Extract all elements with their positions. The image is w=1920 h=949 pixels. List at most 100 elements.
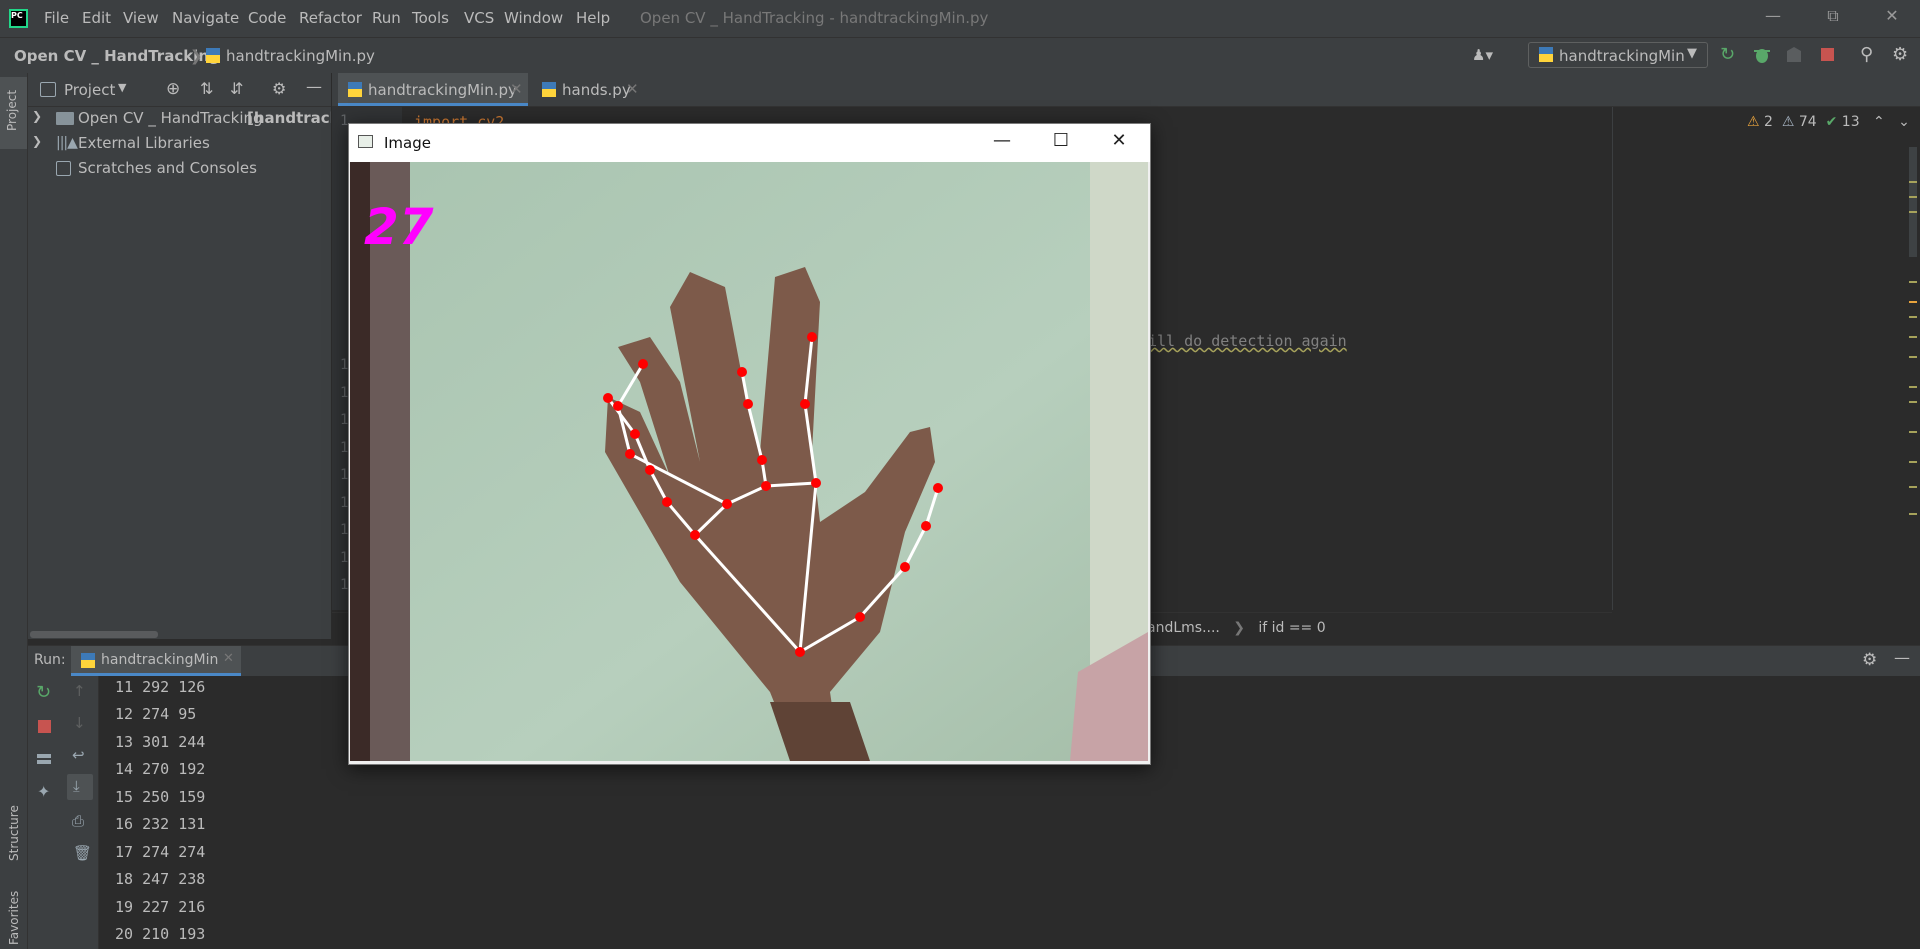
menu-window[interactable]: Window bbox=[504, 9, 563, 27]
landmark-connection bbox=[903, 525, 928, 568]
landmark-point bbox=[638, 359, 648, 369]
favorites-tool-label[interactable]: Favorites bbox=[7, 891, 21, 945]
chevron-right-icon[interactable]: ❯ bbox=[32, 134, 42, 148]
rerun-icon[interactable]: ↻ bbox=[1720, 45, 1740, 65]
code-breadcrumb-item[interactable]: andLms.... bbox=[1147, 620, 1220, 636]
gear-icon[interactable]: ⚙ bbox=[1862, 650, 1877, 670]
python-file-icon bbox=[206, 48, 220, 63]
project-tool-label: Project bbox=[5, 89, 19, 131]
stop-icon[interactable] bbox=[1818, 45, 1838, 65]
window-title: Open CV _ HandTracking - handtrackingMin… bbox=[640, 9, 989, 27]
close-icon[interactable]: ✕ bbox=[1099, 130, 1139, 156]
close-icon[interactable]: ✕ bbox=[626, 80, 639, 98]
console-line: 17 274 274 bbox=[115, 843, 206, 861]
editor-right-margin: ⚠ 2 ⚠ 74 ✔ 13 ⌃ ⌄ bbox=[1612, 107, 1920, 610]
hand-landmarks-overlay bbox=[603, 332, 943, 657]
print-icon[interactable]: ⎙ bbox=[72, 812, 84, 830]
breadcrumb-project[interactable]: Open CV _ HandTracking bbox=[14, 47, 220, 65]
landmark-point bbox=[690, 530, 700, 540]
close-icon[interactable]: ✕ bbox=[1879, 6, 1905, 30]
landmark-connection bbox=[798, 482, 818, 653]
chevron-down-icon[interactable]: ▼ bbox=[118, 81, 126, 94]
image-window[interactable]: Image — ☐ ✕ 27 bbox=[348, 123, 1151, 765]
hide-icon[interactable]: — bbox=[1894, 648, 1910, 667]
minimize-icon[interactable]: — bbox=[982, 130, 1022, 156]
title-bar: PC File Edit View Navigate Code Refactor… bbox=[0, 0, 1920, 37]
arrow-up-icon[interactable]: ↑ bbox=[73, 682, 86, 700]
locate-icon[interactable]: ⊕ bbox=[166, 79, 180, 99]
run-tab[interactable]: handtrackingMin ✕ bbox=[71, 646, 241, 676]
warning-icon: ⚠ bbox=[1747, 114, 1760, 130]
collapse-all-icon[interactable]: ⇵ bbox=[230, 79, 243, 98]
pin-icon[interactable]: ✦ bbox=[37, 782, 50, 801]
gear-icon[interactable]: ⚙ bbox=[272, 79, 286, 98]
inspection-widget[interactable]: ⚠ 2 ⚠ 74 ✔ 13 ⌃ ⌄ bbox=[1747, 114, 1910, 130]
landmark-point bbox=[855, 612, 865, 622]
menu-tools[interactable]: Tools bbox=[412, 9, 449, 27]
menu-refactor[interactable]: Refactor bbox=[299, 9, 362, 27]
restore-icon[interactable]: ⧉ bbox=[1820, 6, 1846, 30]
rerun-icon[interactable]: ↻ bbox=[36, 682, 51, 703]
menu-edit[interactable]: Edit bbox=[82, 9, 111, 27]
tab-hands[interactable]: hands.py ✕ bbox=[532, 73, 642, 106]
trash-icon[interactable]: 🗑 bbox=[73, 844, 92, 862]
landmark-point bbox=[933, 483, 943, 493]
soft-wrap-icon[interactable]: ↩ bbox=[72, 746, 85, 764]
chevron-down-icon: ▼ bbox=[1687, 46, 1697, 61]
layout-icon[interactable] bbox=[37, 754, 51, 764]
run-config-label: handtrackingMin bbox=[1559, 47, 1685, 65]
chevron-down-icon[interactable]: ⌄ bbox=[1898, 114, 1910, 130]
landmark-connection bbox=[799, 615, 861, 654]
menu-navigate[interactable]: Navigate bbox=[172, 9, 239, 27]
project-panel-title[interactable]: Project bbox=[64, 81, 115, 99]
arrow-down-icon[interactable]: ↓ bbox=[73, 714, 86, 732]
menu-run[interactable]: Run bbox=[372, 9, 401, 27]
landmark-point bbox=[613, 401, 623, 411]
tab-handtrackingmin[interactable]: handtrackingMin.py ✕ bbox=[338, 73, 528, 106]
menu-view[interactable]: View bbox=[123, 9, 159, 27]
menu-help[interactable]: Help bbox=[576, 9, 610, 27]
hide-icon[interactable]: — bbox=[306, 77, 322, 96]
error-stripe[interactable] bbox=[1909, 141, 1917, 561]
breadcrumb-file[interactable]: handtrackingMin.py bbox=[226, 47, 375, 65]
chevron-up-icon[interactable]: ⌃ bbox=[1873, 114, 1885, 130]
user-icon[interactable]: ♟▾ bbox=[1472, 46, 1506, 66]
tree-item-scratches[interactable]: Scratches and Consoles bbox=[28, 157, 331, 181]
close-icon[interactable]: ✕ bbox=[510, 80, 523, 98]
close-icon[interactable]: ✕ bbox=[223, 651, 234, 666]
minimize-icon[interactable]: — bbox=[1760, 6, 1786, 30]
image-window-titlebar[interactable]: Image — ☐ ✕ bbox=[349, 124, 1150, 162]
structure-tool-label[interactable]: Structure bbox=[7, 805, 21, 861]
code-breadcrumb-item[interactable]: if id == 0 bbox=[1258, 620, 1325, 636]
menu-file[interactable]: File bbox=[44, 9, 69, 27]
console-line: 16 232 131 bbox=[115, 815, 206, 833]
scroll-to-end-button[interactable]: ⤓ bbox=[67, 774, 93, 800]
debug-icon[interactable] bbox=[1752, 45, 1772, 65]
maximize-icon[interactable]: ☐ bbox=[1041, 130, 1081, 156]
console-line: 13 301 244 bbox=[115, 733, 206, 751]
menu-vcs[interactable]: VCS bbox=[464, 9, 494, 27]
run-label: Run: bbox=[34, 652, 66, 668]
run-tab-label: handtrackingMin bbox=[101, 652, 219, 668]
expand-all-icon[interactable]: ⇅ bbox=[200, 79, 213, 98]
tree-item-libraries[interactable]: ❯ |||▲ External Libraries bbox=[28, 132, 331, 156]
landmark-point bbox=[743, 399, 753, 409]
python-file-icon bbox=[348, 82, 362, 97]
search-icon[interactable]: ⚲ bbox=[1860, 45, 1880, 65]
horizontal-scrollbar[interactable] bbox=[30, 631, 158, 638]
landmark-connection bbox=[924, 487, 940, 527]
stop-icon[interactable] bbox=[38, 720, 51, 733]
run-config-select[interactable]: handtrackingMin ▼ bbox=[1528, 42, 1708, 68]
warning-count: 2 bbox=[1764, 114, 1773, 130]
project-panel-header: Project ▼ ⊕ ⇅ ⇵ ⚙ — bbox=[28, 73, 331, 107]
python-file-icon bbox=[542, 82, 556, 97]
project-tool-button[interactable]: Project bbox=[0, 77, 27, 149]
landmark-connection bbox=[803, 403, 818, 484]
landmark-point bbox=[811, 478, 821, 488]
chevron-right-icon[interactable]: ❯ bbox=[32, 109, 42, 123]
coverage-icon[interactable] bbox=[1784, 45, 1804, 65]
gear-icon[interactable]: ⚙ bbox=[1892, 45, 1912, 65]
tree-item-project[interactable]: ❯ Open CV _ HandTracking [handtracke bbox=[28, 107, 331, 131]
menu-code[interactable]: Code bbox=[248, 9, 286, 27]
console-line: 20 210 193 bbox=[115, 925, 206, 943]
